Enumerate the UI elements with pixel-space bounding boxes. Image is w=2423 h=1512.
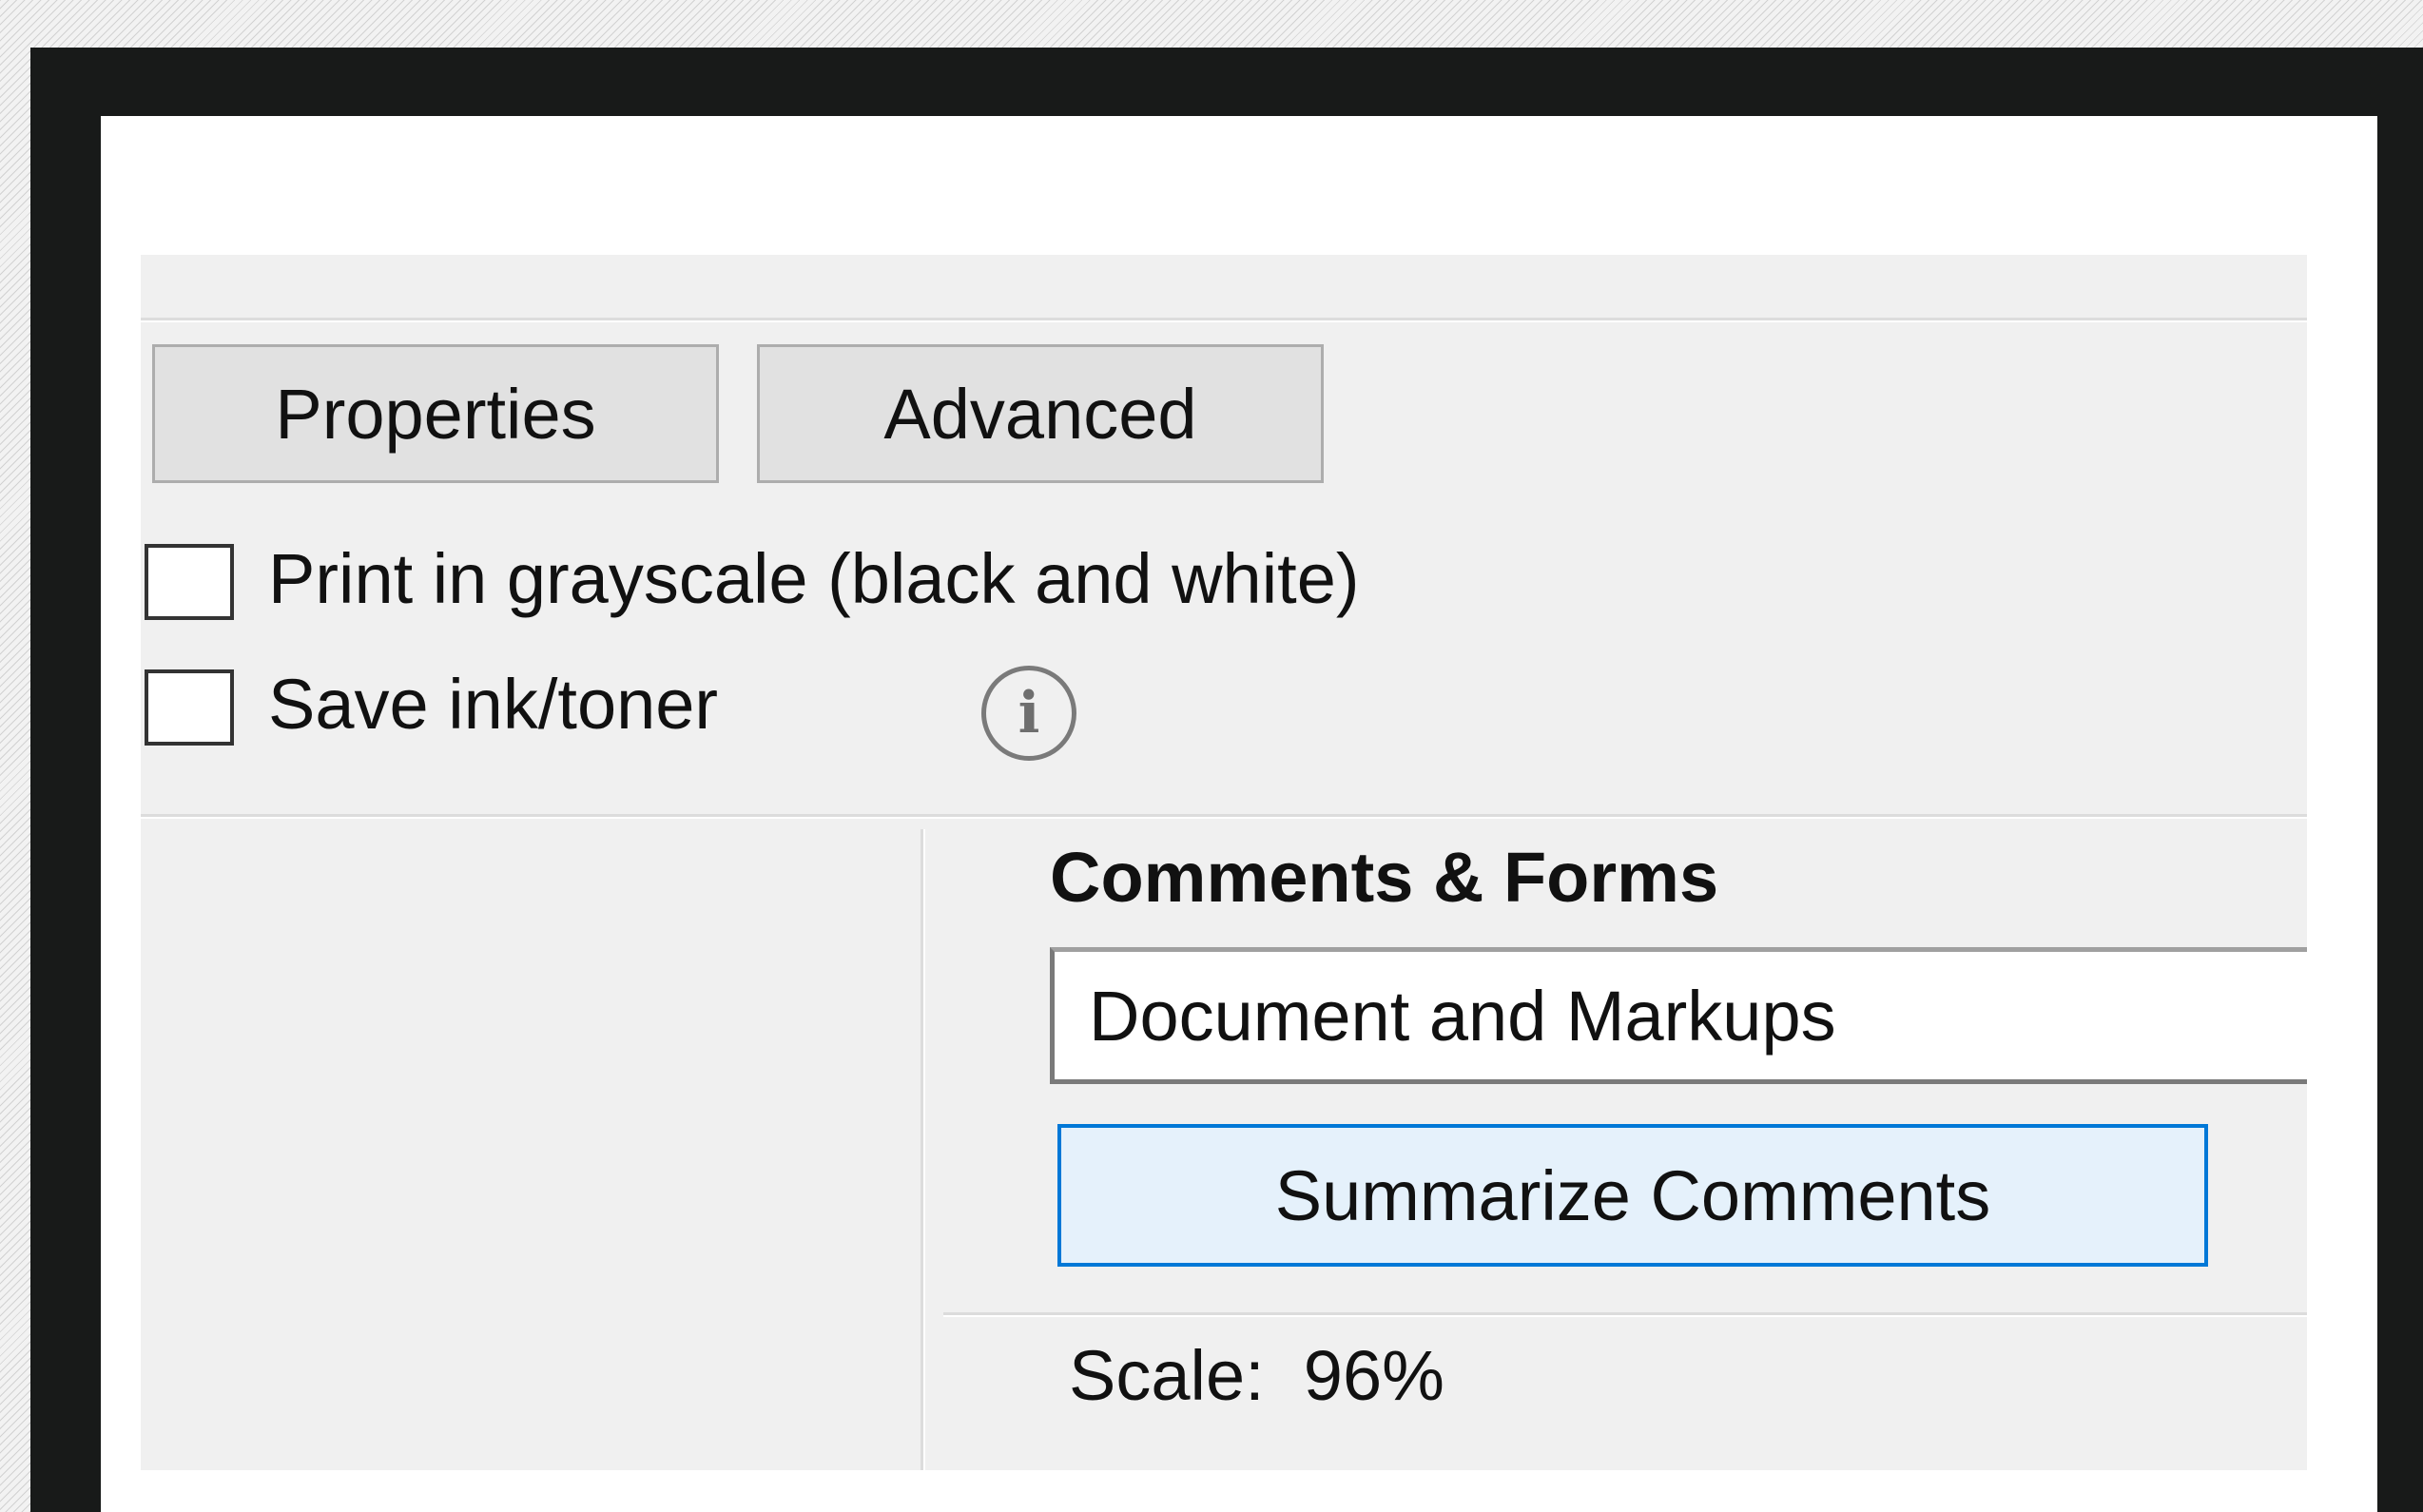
properties-button-label: Properties bbox=[275, 374, 596, 454]
print-dialog-panel: Properties Advanced Print in grayscale (… bbox=[141, 255, 2307, 1470]
save-ink-checkbox[interactable] bbox=[145, 669, 234, 746]
top-divider bbox=[141, 318, 2307, 322]
scale-label: Scale: bbox=[1069, 1336, 1265, 1415]
left-pane-divider bbox=[921, 829, 925, 1470]
comments-forms-select[interactable]: Document and Markups bbox=[1050, 947, 2307, 1084]
save-ink-label: Save ink/toner bbox=[268, 665, 719, 744]
summarize-comments-label: Summarize Comments bbox=[1274, 1155, 1991, 1235]
comments-forms-title: Comments & Forms bbox=[1050, 838, 1719, 917]
comments-forms-selected-value: Document and Markups bbox=[1089, 976, 1836, 1056]
scale-value: 96% bbox=[1303, 1336, 1444, 1415]
advanced-button[interactable]: Advanced bbox=[757, 344, 1324, 483]
scale-divider bbox=[943, 1312, 2307, 1317]
options-divider bbox=[141, 814, 2307, 819]
scale-readout: Scale: 96% bbox=[1069, 1335, 1444, 1416]
advanced-button-label: Advanced bbox=[883, 374, 1197, 454]
grayscale-label: Print in grayscale (black and white) bbox=[268, 539, 1360, 618]
properties-button[interactable]: Properties bbox=[152, 344, 719, 483]
info-icon[interactable]: i bbox=[981, 666, 1076, 761]
grayscale-checkbox[interactable] bbox=[145, 544, 234, 620]
summarize-comments-button[interactable]: Summarize Comments bbox=[1057, 1124, 2208, 1267]
